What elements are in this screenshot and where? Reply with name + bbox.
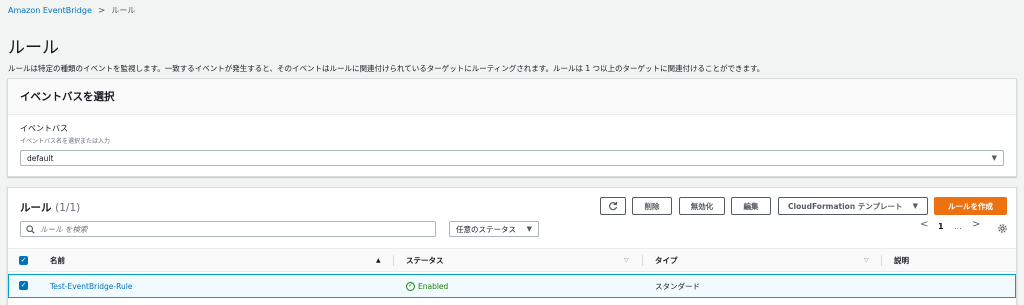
caret-down-icon: ▼ [912,202,918,210]
rule-search-input[interactable] [40,224,420,234]
breadcrumb-separator-icon: > [97,5,106,16]
row-checkbox[interactable]: ✓ [19,281,28,290]
column-header-name[interactable]: 名前 [50,249,65,271]
event-bus-panel: イベントバスを選択 イベントバス イベントバス名を選択または入力 default… [7,78,1017,177]
create-rule-button[interactable]: ルールを作成 [934,197,1007,215]
refresh-icon [609,201,618,211]
search-icon [26,224,35,234]
event-bus-description: イベントバス名を選択または入力 [20,138,111,145]
page-title: ルール [8,38,59,58]
pagination-next-button[interactable]: > [972,219,980,230]
rules-count: (1/1) [55,202,81,214]
caret-down-icon: ▼ [526,225,532,233]
column-divider [642,255,643,266]
pagination-page-1[interactable]: 1 [938,222,944,231]
event-bus-select[interactable]: default ▼ [20,150,1004,166]
column-divider [393,255,394,266]
sort-ascending-icon[interactable]: ▲ [376,257,381,264]
event-bus-selected-value: default [27,153,54,163]
disable-button[interactable]: 無効化 [679,197,725,215]
table-header: ✓ 名前 ▲ ステータス ▽ タイプ ▽ 説明 [8,248,1016,272]
cloudformation-template-button[interactable]: CloudFormation テンプレート ▼ [778,197,928,215]
status-filter-value: 任意のステータス [456,224,516,234]
status-filter-select[interactable]: 任意のステータス ▼ [449,221,539,237]
sort-icon[interactable]: ▽ [864,257,869,264]
caret-down-icon: ▼ [991,154,997,162]
event-bus-panel-title: イベントバスを選択 [20,91,115,103]
breadcrumb: Amazon EventBridge > ルール [8,5,135,16]
gear-icon[interactable] [997,223,1008,234]
check-circle-icon: ✓ [406,281,415,291]
column-header-type[interactable]: タイプ [655,249,678,271]
event-bus-panel-header: イベントバスを選択 [8,79,1016,115]
breadcrumb-eventbridge-link[interactable]: Amazon EventBridge [8,6,92,15]
rules-panel: ルール (1/1) 削除 無効化 編集 CloudFormation テンプレー… [7,187,1017,305]
rules-title-text: ルール [20,202,52,214]
pagination-ellipsis: ... [954,222,962,231]
column-header-status[interactable]: ステータス [406,249,444,271]
status-badge: ✓ Enabled [406,281,449,291]
sort-icon[interactable]: ▽ [624,257,629,264]
event-bus-label: イベントバス [20,124,68,133]
select-all-checkbox[interactable]: ✓ [19,256,28,265]
delete-button[interactable]: 削除 [632,197,672,215]
column-header-description[interactable]: 説明 [894,249,909,271]
edit-button[interactable]: 編集 [731,197,771,215]
breadcrumb-current: ルール [111,6,136,15]
rule-search-field[interactable] [20,221,436,237]
refresh-button[interactable] [600,197,626,215]
page-description: ルールは特定の種類のイベントを監視します。一致するイベントが発生すると、そのイベ… [8,64,765,73]
rules-title: ルール (1/1) [20,200,80,215]
status-text: Enabled [418,281,449,291]
table-row[interactable]: ✓ Test-EventBridge-Rule ✓ Enabled スタンダード [8,274,1016,298]
rule-type: スタンダード [655,281,700,291]
pagination-prev-button[interactable]: < [920,219,928,230]
rule-name-link[interactable]: Test-EventBridge-Rule [50,282,132,291]
column-divider [881,255,882,266]
cloudformation-template-label: CloudFormation テンプレート [788,201,903,211]
